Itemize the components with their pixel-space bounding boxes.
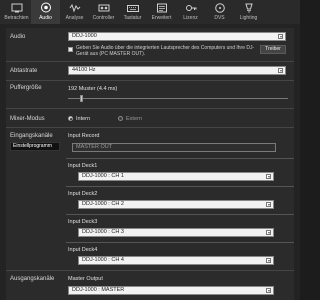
- tab-label: Betrachten: [4, 15, 29, 21]
- input-record-label: Input Record: [68, 133, 100, 139]
- divider: [6, 80, 294, 81]
- audio-device-value: DDJ-1000: [72, 33, 97, 39]
- tab-erweitert[interactable]: Erweitert: [147, 0, 176, 24]
- divider: [66, 186, 294, 187]
- speaker-icon: [39, 2, 53, 13]
- audio-label: Audio: [10, 34, 26, 40]
- buffer-size-value: 192 Muster (4.4 ms): [68, 86, 118, 92]
- audio-device-select[interactable]: DDJ-1000: [68, 32, 286, 41]
- preferences-toolbar: Betrachten Audio Analyse Controller Tast…: [0, 0, 300, 24]
- output-channels-label: Ausgangskanäle: [10, 276, 55, 282]
- pc-master-out-checkbox[interactable]: [68, 47, 73, 52]
- sample-rate-value: 44100 Hz: [72, 67, 96, 73]
- master-output-value: DDJ-1000 : MASTER: [72, 287, 125, 293]
- advanced-icon: [155, 2, 169, 13]
- tab-controller[interactable]: Controller: [89, 0, 118, 24]
- divider: [66, 242, 294, 243]
- tab-tastatur[interactable]: Tastatur: [118, 0, 147, 24]
- tab-lighting[interactable]: Lighting: [234, 0, 263, 24]
- mixer-extern-radio[interactable]: [118, 116, 123, 121]
- settings-panel: Audio DDJ-1000 Geben Sie Audio über die …: [6, 28, 294, 300]
- divider: [66, 158, 294, 159]
- chevron-down-icon: [278, 34, 283, 39]
- lighting-icon: [242, 2, 256, 13]
- tab-label: Lighting: [239, 15, 258, 21]
- input-deck1-value: DDJ-1000 : CH 1: [82, 173, 124, 179]
- input-deck4-label: Input Deck4: [68, 247, 98, 253]
- divider: [6, 270, 294, 271]
- tab-analyse[interactable]: Analyse: [60, 0, 89, 24]
- audio-settings-content: Audio DDJ-1000 Geben Sie Audio über die …: [0, 24, 300, 300]
- input-record-field[interactable]: MASTER OUT: [72, 143, 276, 152]
- tab-label: DVS: [214, 15, 225, 21]
- input-deck3-select[interactable]: DDJ-1000 : CH 3: [78, 228, 274, 237]
- chevron-down-icon: [266, 288, 271, 293]
- mixer-intern-label: Intern: [76, 116, 91, 122]
- keyboard-icon: [126, 2, 140, 13]
- input-deck1-label: Input Deck1: [68, 163, 98, 169]
- sample-rate-select[interactable]: 44100 Hz: [68, 66, 286, 75]
- tab-label: Lizenz: [183, 15, 198, 21]
- chevron-down-icon: [266, 230, 271, 235]
- driver-button[interactable]: Treiber: [260, 45, 286, 54]
- divider: [6, 61, 294, 62]
- setup-utility-button[interactable]: Einstellprogramm: [10, 142, 60, 151]
- tab-betrachten[interactable]: Betrachten: [2, 0, 31, 24]
- tab-dvs[interactable]: DVS: [205, 0, 234, 24]
- buffer-size-label: Puffergröße: [10, 85, 42, 91]
- input-deck4-select[interactable]: DDJ-1000 : CH 4: [78, 256, 274, 265]
- tab-label: Controller: [92, 15, 115, 21]
- mixer-intern-radio[interactable]: [68, 116, 73, 121]
- chevron-down-icon: [266, 202, 271, 207]
- tab-label: Analyse: [65, 15, 84, 21]
- chevron-down-icon: [278, 68, 283, 73]
- pc-master-out-description: Geben Sie Audio über die integrierten La…: [76, 45, 255, 57]
- input-deck2-value: DDJ-1000 : CH 2: [82, 201, 124, 207]
- license-icon: [184, 2, 198, 13]
- input-deck1-select[interactable]: DDJ-1000 : CH 1: [78, 172, 274, 181]
- controller-icon: [97, 2, 111, 13]
- tab-label: Erweitert: [151, 15, 172, 21]
- sample-rate-label: Abtastrate: [10, 68, 38, 74]
- divider: [6, 127, 294, 128]
- mixer-mode-label: Mixer-Modus: [10, 116, 45, 122]
- tab-label: Audio: [39, 15, 52, 21]
- analysis-icon: [68, 2, 82, 13]
- buffer-slider-track[interactable]: [68, 98, 288, 99]
- buffer-slider-thumb[interactable]: [80, 95, 84, 102]
- input-deck2-label: Input Deck2: [68, 191, 98, 197]
- dvs-icon: [213, 2, 227, 13]
- chevron-down-icon: [266, 258, 271, 263]
- divider: [6, 108, 294, 109]
- input-deck3-label: Input Deck3: [68, 219, 98, 225]
- input-deck2-select[interactable]: DDJ-1000 : CH 2: [78, 200, 274, 209]
- tab-lizenz[interactable]: Lizenz: [176, 0, 205, 24]
- tab-label: Tastatur: [123, 15, 142, 21]
- master-output-label: Master Output: [68, 276, 103, 282]
- view-icon: [10, 2, 24, 13]
- tab-audio[interactable]: Audio: [31, 0, 60, 24]
- input-channels-label: Eingangskanäle: [10, 133, 53, 139]
- mixer-extern-label: Extern: [126, 116, 142, 122]
- input-record-value: MASTER OUT: [76, 144, 113, 150]
- divider: [66, 214, 294, 215]
- chevron-down-icon: [266, 174, 271, 179]
- input-deck4-value: DDJ-1000 : CH 4: [82, 257, 124, 263]
- input-deck3-value: DDJ-1000 : CH 3: [82, 229, 124, 235]
- master-output-select[interactable]: DDJ-1000 : MASTER: [68, 286, 274, 295]
